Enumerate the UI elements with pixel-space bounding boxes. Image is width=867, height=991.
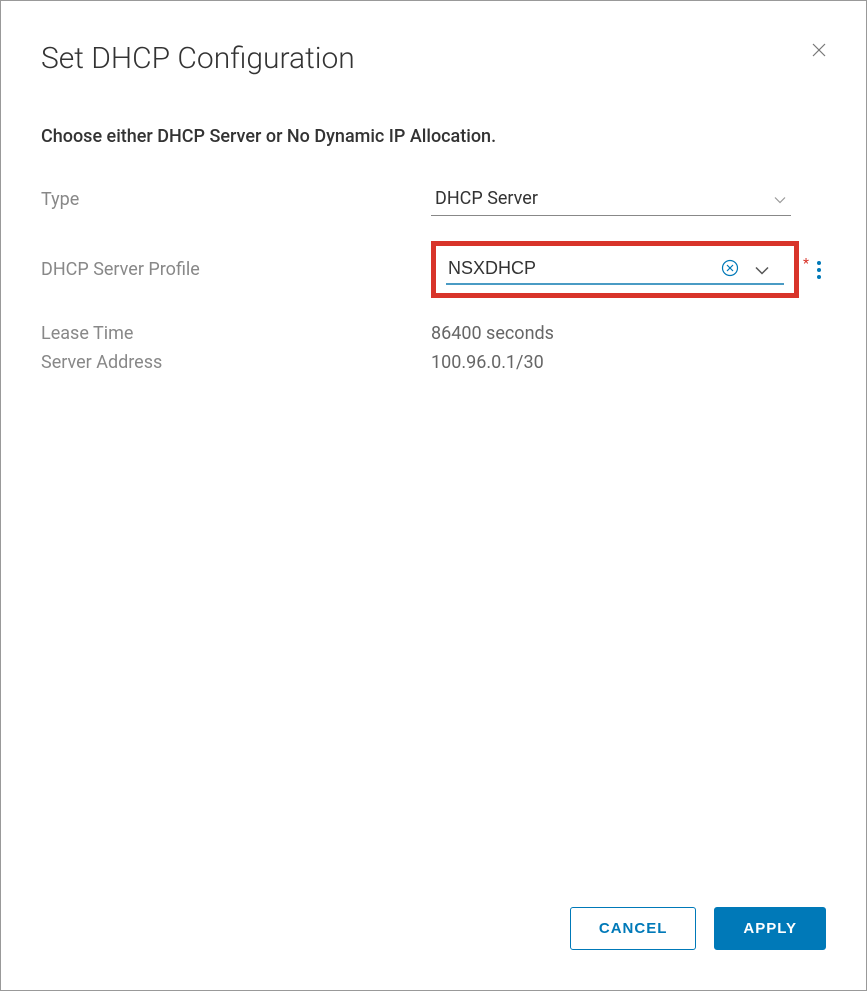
clear-icon[interactable] bbox=[721, 259, 739, 281]
chevron-down-icon[interactable] bbox=[755, 260, 769, 279]
lease-row: Lease Time 86400 seconds bbox=[41, 323, 826, 344]
address-row: Server Address 100.96.0.1/30 bbox=[41, 352, 826, 373]
close-icon bbox=[812, 40, 826, 62]
dhcp-config-dialog: Set DHCP Configuration Choose either DHC… bbox=[1, 1, 866, 990]
cancel-button[interactable]: CANCEL bbox=[570, 907, 697, 950]
type-row: Type DHCP Server bbox=[41, 182, 826, 216]
lease-value: 86400 seconds bbox=[431, 323, 554, 344]
type-select-wrapper[interactable]: DHCP Server bbox=[431, 182, 791, 216]
profile-highlight-box bbox=[431, 241, 799, 298]
type-label: Type bbox=[41, 189, 431, 210]
profile-row: DHCP Server Profile * bbox=[41, 241, 826, 298]
kebab-menu-icon[interactable] bbox=[817, 261, 821, 279]
kebab-dot bbox=[817, 275, 821, 279]
kebab-dot bbox=[817, 268, 821, 272]
type-select[interactable]: DHCP Server bbox=[431, 182, 791, 216]
dialog-header: Set DHCP Configuration bbox=[41, 41, 826, 76]
kebab-dot bbox=[817, 261, 821, 265]
apply-button[interactable]: APPLY bbox=[714, 907, 826, 950]
dialog-footer: CANCEL APPLY bbox=[41, 907, 826, 950]
address-label: Server Address bbox=[41, 352, 431, 373]
required-indicator: * bbox=[803, 256, 809, 272]
profile-label: DHCP Server Profile bbox=[41, 259, 431, 280]
dialog-instruction: Choose either DHCP Server or No Dynamic … bbox=[41, 126, 826, 147]
form-body: Type DHCP Server DHCP Server Profile * bbox=[41, 182, 826, 907]
close-button[interactable] bbox=[812, 41, 826, 61]
lease-label: Lease Time bbox=[41, 323, 431, 344]
dialog-title: Set DHCP Configuration bbox=[41, 41, 355, 76]
address-value: 100.96.0.1/30 bbox=[431, 352, 544, 373]
